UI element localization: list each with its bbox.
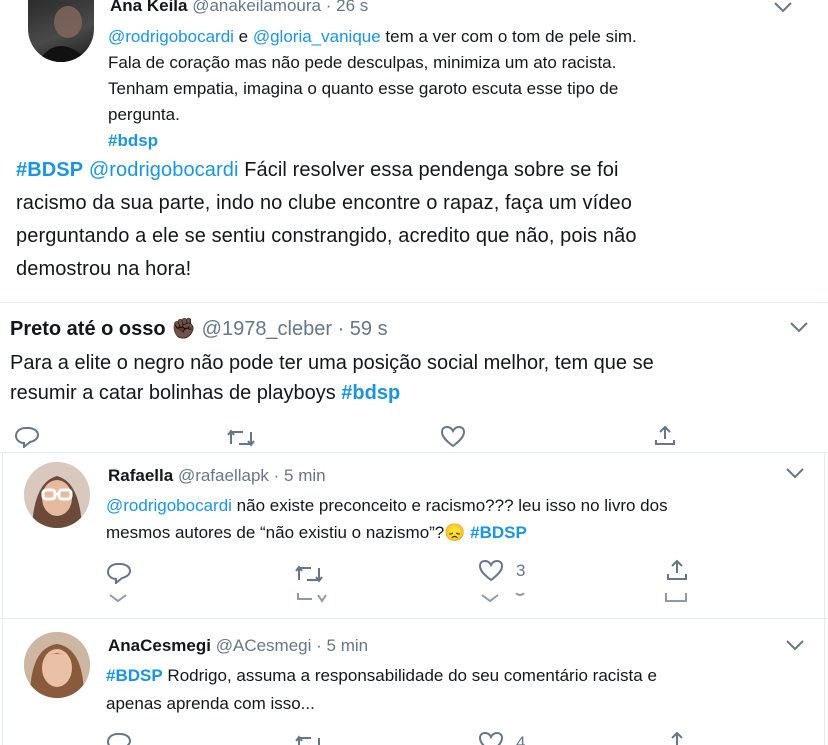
like-button[interactable]	[440, 426, 466, 448]
like-button[interactable]: 4	[478, 732, 525, 745]
timestamp[interactable]: · 59 s	[338, 318, 388, 340]
disappointed-emoji: 😞	[444, 523, 466, 542]
retweet-icon	[295, 565, 323, 583]
user-handle[interactable]: @rafaellapk	[178, 466, 269, 485]
tweet-text: Para a elite o negro não pode ter uma po…	[10, 352, 654, 404]
tweet-header: Preto até o osso ✊🏿 @1978_cleber · 59 s	[10, 316, 388, 341]
avatar-photo	[24, 462, 90, 528]
tweet-header: Ana Keila @anakeilamoura · 26 s	[110, 0, 368, 16]
avatar[interactable]	[24, 462, 90, 528]
tweet-header: Rafaella @rafaellapk · 5 min	[108, 466, 326, 486]
hashtag-link[interactable]: #BDSP	[16, 159, 83, 181]
share-icon	[667, 559, 687, 580]
retweet-button[interactable]	[294, 564, 324, 584]
chevron-down-icon[interactable]	[784, 466, 806, 480]
chevron-down-icon[interactable]	[784, 638, 806, 652]
avatar-photo	[24, 632, 90, 698]
display-name[interactable]: AnaCesmegi	[108, 636, 211, 655]
tweet-header: AnaCesmegi @ACesmegi · 5 min	[108, 636, 368, 656]
avatar-photo	[38, 6, 90, 62]
like-count: 3	[516, 561, 526, 580]
like-icon	[440, 426, 466, 448]
action-bar: 4	[106, 732, 706, 745]
avatar[interactable]	[28, 0, 94, 62]
user-handle[interactable]: @anakeilamoura	[192, 0, 321, 15]
divider	[0, 618, 828, 619]
timestamp[interactable]: · 5 min	[316, 636, 368, 655]
tweet-text: @rodrigobocardi não existe preconceito e…	[106, 496, 668, 542]
retweet-button[interactable]	[294, 734, 324, 745]
chevron-down-icon[interactable]	[788, 320, 810, 334]
action-bar-cropped	[20, 292, 780, 298]
tweet-text: @rodrigobocardi e @gloria_vanique tem a …	[108, 27, 637, 150]
mention-link[interactable]: @rodrigobocardi	[89, 159, 239, 181]
user-handle[interactable]: @ACesmegi	[216, 636, 312, 655]
action-bar-cropped	[106, 592, 696, 604]
thread-line	[824, 452, 825, 745]
divider	[0, 302, 828, 303]
share-button[interactable]	[652, 424, 678, 446]
mention-link[interactable]: @rodrigobocardi	[106, 496, 232, 515]
avatar[interactable]	[24, 632, 90, 698]
display-name[interactable]: Preto até o osso	[10, 318, 166, 340]
retweet-icon	[227, 429, 255, 447]
reply-icon	[14, 427, 40, 448]
reply-button[interactable]	[106, 562, 132, 584]
display-name[interactable]: Ana Keila	[110, 0, 187, 15]
chevron-down-icon[interactable]	[772, 0, 794, 14]
thread-line	[2, 452, 3, 745]
timestamp[interactable]: · 26 s	[326, 0, 369, 15]
reply-button[interactable]	[14, 426, 40, 448]
tweet-text: #BDSP Rodrigo, assuma a responsabilidade…	[106, 666, 657, 713]
share-button[interactable]	[664, 732, 690, 745]
like-count: 4	[516, 733, 526, 745]
reply-icon	[106, 733, 132, 745]
like-icon	[478, 732, 504, 745]
share-icon	[655, 425, 675, 445]
mention-link[interactable]: @rodrigobocardi	[108, 27, 234, 46]
divider	[0, 452, 828, 453]
share-icon	[671, 732, 683, 745]
user-handle[interactable]: @1978_cleber	[202, 318, 332, 340]
tweet-text: #BDSP @rodrigobocardi Fácil resolver ess…	[16, 159, 637, 280]
display-name[interactable]: Rafaella	[108, 466, 173, 485]
timestamp[interactable]: · 5 min	[274, 466, 326, 485]
hashtag-link[interactable]: #BDSP	[470, 523, 527, 542]
retweet-icon	[295, 735, 320, 745]
hashtag-link[interactable]: #bdsp	[341, 382, 400, 404]
hashtag-link[interactable]: #bdsp	[108, 131, 158, 150]
retweet-button[interactable]	[226, 428, 256, 448]
fist-emoji: ✊🏿	[171, 318, 197, 340]
mention-link[interactable]: @gloria_vanique	[253, 27, 381, 46]
reply-button[interactable]	[106, 732, 132, 745]
reply-icon	[106, 563, 132, 584]
hashtag-link[interactable]: #BDSP	[106, 666, 163, 685]
like-icon	[478, 560, 504, 582]
like-button[interactable]: 3	[478, 560, 525, 582]
share-button[interactable]	[664, 558, 690, 582]
